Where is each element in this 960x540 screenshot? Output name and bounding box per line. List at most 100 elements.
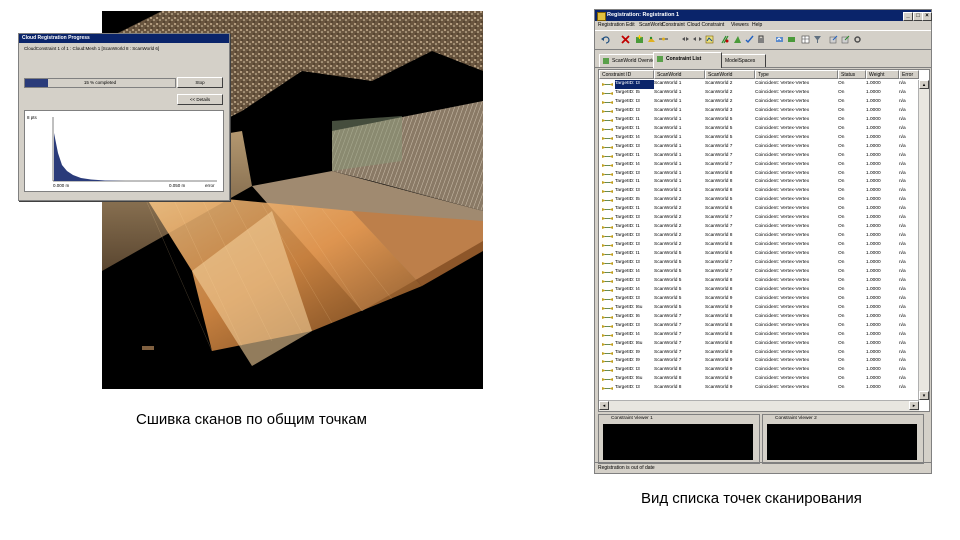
table-row[interactable]: TargetID: t4 ScanWorld 7 ScanWorld 8 Coinci… bbox=[599, 331, 915, 340]
column-header-scanworld-2[interactable]: ScanWorld bbox=[705, 70, 755, 79]
tab-strip: ScanWorld Overview Constraint List Model… bbox=[595, 51, 931, 68]
table-row[interactable]: TargetID: t1 ScanWorld 2 ScanWorld 7 Coinci… bbox=[599, 223, 915, 232]
add-scanworld-icon[interactable] bbox=[635, 35, 644, 44]
constraint-type-icon bbox=[602, 369, 613, 373]
table-row[interactable]: TargetID: t3 ScanWorld 8 ScanWorld 9 Coinci… bbox=[599, 366, 915, 375]
menu-viewers[interactable]: Viewers bbox=[731, 21, 749, 30]
table-row[interactable]: TargetID: t1 ScanWorld 5 ScanWorld 6 Coinci… bbox=[599, 250, 915, 259]
menu-help[interactable]: Help bbox=[752, 21, 762, 30]
type-cell: Coincident: Vertex-Vertex bbox=[755, 98, 810, 104]
constraint-id-cell: TargetID: t3 bbox=[615, 188, 640, 194]
table-row[interactable]: TargetID: t3 ScanWorld 1 ScanWorld 3 Coinci… bbox=[599, 107, 915, 116]
table-row[interactable]: TargetID: t6u ScanWorld 8 ScanWorld 9 Coinc… bbox=[599, 375, 915, 384]
scroll-right-icon[interactable]: ▸ bbox=[909, 401, 919, 410]
table-row[interactable]: TargetID: t4 ScanWorld 1 ScanWorld 7 Coinci… bbox=[599, 161, 915, 170]
scanworld-2-cell: ScanWorld 8 bbox=[705, 313, 733, 319]
viewer-left-icon[interactable] bbox=[775, 35, 784, 44]
table-row[interactable]: TargetID: t3 ScanWorld 2 ScanWorld 8 Coinci… bbox=[599, 241, 915, 250]
table-row[interactable]: TargetID: t3 ScanWorld 5 ScanWorld 9 Coinci… bbox=[599, 295, 915, 304]
weight-cell: 1.0000 bbox=[866, 260, 881, 265]
register-icon[interactable] bbox=[721, 35, 730, 44]
table-row[interactable]: TargetID: t9 ScanWorld 7 ScanWorld 9 Coinci… bbox=[599, 349, 915, 358]
table-row[interactable]: TargetID: t6u ScanWorld 7 ScanWorld 8 Coinc… bbox=[599, 340, 915, 349]
table-row[interactable]: TargetID: t5 ScanWorld 2 ScanWorld 5 Coinci… bbox=[599, 196, 915, 205]
error-cell: n/a bbox=[899, 268, 906, 274]
column-header-weight[interactable]: Weight bbox=[866, 70, 899, 79]
table-row[interactable]: TargetID: t3 ScanWorld 1 ScanWorld 2 Coinci… bbox=[599, 98, 915, 107]
minimize-icon[interactable]: _ bbox=[903, 11, 913, 21]
table-row[interactable]: TargetID: t3 ScanWorld 2 ScanWorld 8 Coinci… bbox=[599, 232, 915, 241]
column-header-scanworld-1[interactable]: ScanWorld bbox=[654, 70, 705, 79]
type-cell: Coincident: Vertex-Vertex bbox=[755, 295, 810, 301]
table-row[interactable]: TargetID: t1 ScanWorld 2 ScanWorld 6 Coinci… bbox=[599, 205, 915, 214]
column-header-constraint-id[interactable]: Constraint ID bbox=[599, 70, 654, 79]
scroll-down-icon[interactable]: ▾ bbox=[919, 391, 929, 400]
column-header-status[interactable]: Status bbox=[838, 70, 866, 79]
constraint-viewer-1-canvas[interactable] bbox=[603, 424, 753, 460]
verify-icon[interactable] bbox=[745, 35, 754, 44]
table-row[interactable]: TargetID: t4 ScanWorld 1 ScanWorld 5 Coinci… bbox=[599, 134, 915, 143]
menu-cloud-constraint[interactable]: Cloud Constraint bbox=[687, 21, 724, 30]
menu-scanworld[interactable]: ScanWorld bbox=[639, 21, 663, 30]
table-row[interactable]: TargetID: t1 ScanWorld 1 ScanWorld 7 Coinci… bbox=[599, 152, 915, 161]
vertical-scrollbar[interactable]: ▴ ▾ bbox=[918, 80, 929, 400]
scanworld-1-cell: ScanWorld 2 bbox=[654, 224, 682, 230]
table-row[interactable]: TargetID: t4 ScanWorld 5 ScanWorld 7 Coinci… bbox=[599, 268, 915, 277]
table-row[interactable]: TargetID: t6u ScanWorld 5 ScanWorld 9 Coinc… bbox=[599, 304, 915, 313]
weight-cell: 1.0000 bbox=[866, 251, 881, 257]
delete-icon[interactable] bbox=[621, 35, 630, 44]
type-cell: Coincident: Vertex-Vertex bbox=[755, 322, 810, 328]
table-row[interactable]: TargetID: t1 ScanWorld 1 ScanWorld 5 Coinci… bbox=[599, 116, 915, 125]
freeze-icon[interactable] bbox=[757, 35, 766, 44]
scanworld-1-cell: ScanWorld 7 bbox=[654, 340, 682, 346]
table-row[interactable]: TargetID: t6 ScanWorld 7 ScanWorld 8 Coinci… bbox=[599, 313, 915, 322]
filter-icon[interactable] bbox=[813, 35, 822, 44]
table-row[interactable]: TargetID: t3 ScanWorld 1 ScanWorld 8 Coinci… bbox=[599, 187, 915, 196]
unlink-icon[interactable] bbox=[693, 35, 702, 44]
stop-button[interactable]: Stop bbox=[177, 77, 223, 88]
undo-icon[interactable] bbox=[601, 35, 610, 44]
table-row[interactable]: TargetID: t3 ScanWorld 5 ScanWorld 8 Coinci… bbox=[599, 277, 915, 286]
column-header-type[interactable]: Type bbox=[755, 70, 838, 79]
menu-constraint[interactable]: Constraint bbox=[662, 21, 685, 30]
column-header-error[interactable]: Error bbox=[899, 70, 919, 79]
close-icon[interactable]: × bbox=[922, 11, 932, 21]
table-row[interactable]: TargetID: t4 ScanWorld 5 ScanWorld 8 Coinci… bbox=[599, 286, 915, 295]
menu-edit[interactable]: Edit bbox=[626, 21, 635, 30]
scanworld-1-cell: ScanWorld 1 bbox=[654, 170, 682, 176]
table-row[interactable]: TargetID: t3 ScanWorld 2 ScanWorld 7 Coinci… bbox=[599, 214, 915, 223]
details-button[interactable]: << Details bbox=[177, 94, 223, 105]
table-row[interactable]: TargetID: t3 ScanWorld 8 ScanWorld 9 Coinci… bbox=[599, 384, 915, 393]
horizontal-scrollbar[interactable]: ◂ ▸ bbox=[599, 400, 919, 411]
scroll-up-icon[interactable]: ▴ bbox=[919, 80, 929, 89]
table-row[interactable]: TargetID: t3 ScanWorld 1 ScanWorld 7 Coinci… bbox=[599, 143, 915, 152]
table-row[interactable]: TargetID: t3 ScanWorld 1 ScanWorld 8 Coinci… bbox=[599, 170, 915, 179]
weight-cell: 1.0000 bbox=[866, 125, 881, 131]
import-icon[interactable] bbox=[841, 35, 850, 44]
constraint-viewer-2: Constraint Viewer 2 bbox=[762, 414, 924, 464]
table-row[interactable]: TargetID: t9 ScanWorld 7 ScanWorld 9 Coinci… bbox=[599, 357, 915, 366]
menu-registration[interactable]: Registration bbox=[598, 21, 625, 30]
table-row[interactable]: TargetID: t1 ScanWorld 1 ScanWorld 5 Coinci… bbox=[599, 125, 915, 134]
scanworld-1-cell: ScanWorld 7 bbox=[654, 313, 682, 319]
auto-add-icon[interactable] bbox=[733, 35, 742, 44]
export-icon[interactable] bbox=[829, 35, 838, 44]
settings-icon[interactable] bbox=[853, 35, 862, 44]
scroll-left-icon[interactable]: ◂ bbox=[599, 401, 609, 410]
constraint-viewer-2-canvas[interactable] bbox=[767, 424, 917, 460]
viewer-right-icon[interactable] bbox=[787, 35, 796, 44]
type-cell: Coincident: Vertex-Vertex bbox=[755, 125, 810, 131]
scanworld-2-cell: ScanWorld 5 bbox=[705, 197, 733, 203]
tab-scanworld-overview-label: ScanWorld Overview bbox=[612, 58, 659, 64]
link-icon[interactable] bbox=[681, 35, 690, 44]
table-row[interactable]: TargetID: t3 ScanWorld 5 ScanWorld 7 Coinci… bbox=[599, 259, 915, 268]
table-row[interactable]: TargetID: t5 ScanWorld 1 ScanWorld 2 Coinci… bbox=[599, 89, 915, 98]
tab-constraint-list[interactable]: Constraint List bbox=[653, 52, 722, 68]
add-constraint-icon[interactable] bbox=[647, 35, 656, 44]
cloud-constraint-icon[interactable] bbox=[705, 35, 714, 44]
table-icon[interactable] bbox=[801, 35, 810, 44]
table-row[interactable]: TargetID: t3 ScanWorld 7 ScanWorld 8 Coinci… bbox=[599, 322, 915, 331]
constraint-pair-icon[interactable] bbox=[659, 35, 668, 44]
table-row[interactable]: TargetID: t3 ScanWorld 1 ScanWorld 2 Coinci… bbox=[599, 80, 915, 89]
table-row[interactable]: TargetID: t1 ScanWorld 1 ScanWorld 8 Coinci… bbox=[599, 178, 915, 187]
